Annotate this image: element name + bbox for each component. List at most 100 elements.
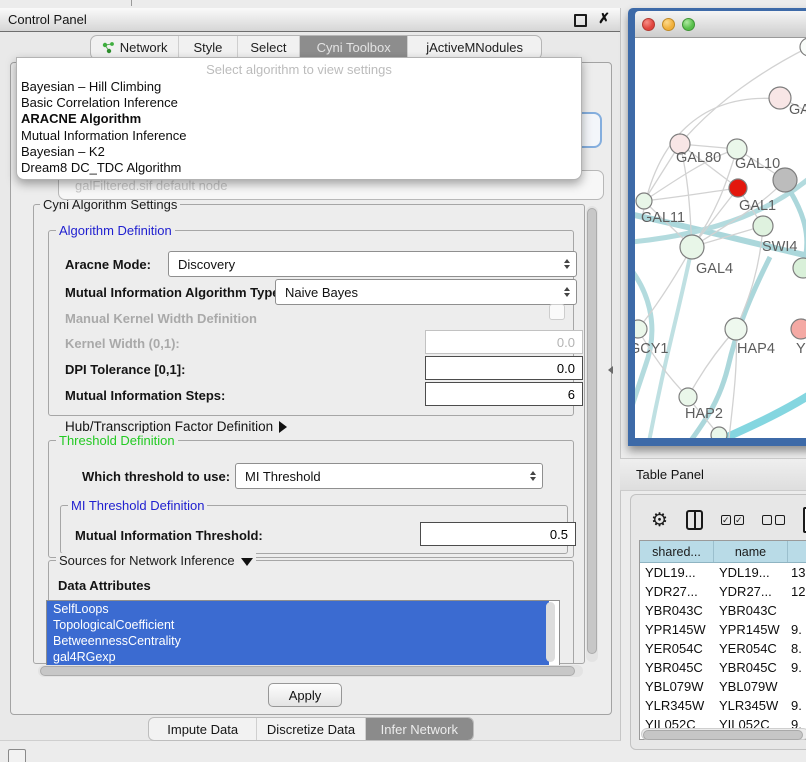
mi-threshold-label: Mutual Information Threshold: xyxy=(75,528,263,543)
node-attribute-table: shared...name YDL19...YDL19...13YDR27...… xyxy=(639,540,806,740)
network-node-gcy1[interactable] xyxy=(635,320,647,338)
top-divider xyxy=(131,0,132,6)
table-row[interactable]: YBL079WYBL079W xyxy=(640,677,806,696)
column-header-shared[interactable]: shared... xyxy=(640,541,714,562)
hub-section-label: Hub/Transcription Factor Definition xyxy=(65,419,273,434)
columns-icon[interactable] xyxy=(686,510,703,530)
algorithm-option-aracne-algorithm[interactable]: ARACNE Algorithm xyxy=(17,111,581,127)
network-node-label-hap4: HAP4 xyxy=(737,341,775,357)
which-threshold-select[interactable]: MI Threshold xyxy=(235,463,543,489)
table-cell: YER054C xyxy=(640,639,714,658)
table-row[interactable]: YDR27...YDR27...12 xyxy=(640,582,806,601)
table-panel-titlebar: Table Panel xyxy=(620,458,806,491)
aracne-mode-value: Discovery xyxy=(178,257,235,272)
algorithm-option-bayesian-k2[interactable]: Bayesian – K2 xyxy=(17,144,581,160)
checkbox-checked-icon: ✓ xyxy=(734,515,744,525)
network-node-hap2[interactable] xyxy=(679,388,697,406)
bottom-tab-impute-data[interactable]: Impute Data xyxy=(149,718,257,740)
splitter-collapse-arrow[interactable] xyxy=(608,366,613,374)
mi-steps-field[interactable]: 6 xyxy=(425,382,583,406)
aracne-mode-label: Aracne Mode: xyxy=(65,257,151,272)
table-cell: 9. xyxy=(788,620,806,639)
network-node-label-gal80: GAL80 xyxy=(676,150,721,166)
network-canvas[interactable]: GALGAL80GAL10GAL1SWI4GAL11GAL4GCY1HAP4YH… xyxy=(635,38,806,438)
network-node-hap4[interactable] xyxy=(725,318,747,340)
tab-label: Network xyxy=(120,40,168,55)
algorithm-option-bayesian-hill-climbing[interactable]: Bayesian – Hill Climbing xyxy=(17,79,581,95)
network-node-swi4[interactable] xyxy=(753,216,773,236)
table-horizontal-scrollbar[interactable] xyxy=(641,728,806,740)
sources-title-toggle[interactable]: Sources for Network Inference xyxy=(56,553,256,568)
scrollbar-thumb[interactable] xyxy=(40,666,575,676)
table-row[interactable]: YPR145WYPR145W9. xyxy=(640,620,806,639)
settings-horizontal-scrollbar[interactable] xyxy=(38,665,583,677)
table-row[interactable]: YBR045CYBR045C9. xyxy=(640,658,806,677)
algorithm-option-dream8-dc-tdc-algorithm[interactable]: Dream8 DC_TDC Algorithm xyxy=(17,160,581,176)
table-cell: YBR043C xyxy=(714,601,788,620)
tab-jactivemnodules[interactable]: jActiveMNodules xyxy=(408,36,541,59)
column-header-name[interactable]: name xyxy=(714,541,788,562)
algorithm-option-mutual-information-inference[interactable]: Mutual Information Inference xyxy=(17,128,581,144)
network-icon xyxy=(102,41,115,54)
table-cell: YBR043C xyxy=(640,601,714,620)
data-attribute-item-betweennesscentrality[interactable]: BetweennessCentrality xyxy=(47,633,549,649)
gear-icon[interactable]: ⚙ xyxy=(651,511,668,530)
network-node-gal1[interactable] xyxy=(729,179,747,197)
data-attribute-item-topologicalcoefficient[interactable]: TopologicalCoefficient xyxy=(47,617,549,633)
mi-threshold-field[interactable]: 0.5 xyxy=(420,522,576,546)
data-attribute-item-gal4rgexp[interactable]: gal4RGexp xyxy=(47,649,549,665)
algorithm-dropdown-popup: Select algorithm to view settings Bayesi… xyxy=(16,57,582,180)
float-window-icon[interactable] xyxy=(574,14,587,27)
network-node-pink-right[interactable] xyxy=(791,319,806,339)
scrollbar-thumb[interactable] xyxy=(587,208,597,654)
minimize-traffic-light-icon[interactable] xyxy=(662,18,675,31)
tab-select[interactable]: Select xyxy=(238,36,300,59)
network-node-gal11[interactable] xyxy=(636,193,652,209)
network-node-gal-right[interactable] xyxy=(769,87,791,109)
checked-pair-icon[interactable]: ✓ ✓ xyxy=(721,515,744,525)
tab-label: Select xyxy=(250,40,286,55)
data-attributes-list: SelfLoopsTopologicalCoefficientBetweenne… xyxy=(46,600,560,668)
manual-kernel-checkbox[interactable] xyxy=(549,304,565,320)
table-cell: 13 xyxy=(788,563,806,582)
tab-style[interactable]: Style xyxy=(179,36,237,59)
zoom-traffic-light-icon[interactable] xyxy=(682,18,695,31)
column-header-2[interactable] xyxy=(788,541,806,562)
table-row[interactable]: YBR043CYBR043C xyxy=(640,601,806,620)
collapsed-arrow-icon xyxy=(279,421,287,433)
table-header-row: shared...name xyxy=(640,541,806,563)
bottom-tab-discretize-data[interactable]: Discretize Data xyxy=(257,718,365,740)
close-traffic-light-icon[interactable] xyxy=(642,18,655,31)
dpi-tolerance-field[interactable]: 0.0 xyxy=(425,356,583,380)
tab-cyni-toolbox[interactable]: Cyni Toolbox xyxy=(300,36,408,59)
table-row[interactable]: YDL19...YDL19...13 xyxy=(640,563,806,582)
algorithm-option-basic-correlation-inference[interactable]: Basic Correlation Inference xyxy=(17,95,581,111)
settings-vertical-scrollbar[interactable] xyxy=(586,206,598,662)
network-node-gal4[interactable] xyxy=(680,235,704,259)
mi-algorithm-type-select[interactable]: Naive Bayes xyxy=(275,279,577,305)
table-cell: YPR145W xyxy=(714,620,788,639)
table-row[interactable]: YER054CYER054C8. xyxy=(640,639,806,658)
network-node-partial-bottom[interactable] xyxy=(711,427,727,438)
scrollbar-thumb[interactable] xyxy=(643,730,803,740)
apply-button[interactable]: Apply xyxy=(268,683,342,707)
network-node-label-gal1: GAL1 xyxy=(739,198,776,214)
tab-label: Cyni Toolbox xyxy=(317,40,391,55)
hub-section-toggle[interactable]: Hub/Transcription Factor Definition xyxy=(65,419,287,434)
network-node-label-gcy1: GCY1 xyxy=(635,341,669,357)
minimized-panel-icon[interactable] xyxy=(8,749,26,762)
network-node-partial-top[interactable] xyxy=(800,38,806,56)
unchecked-pair-icon[interactable] xyxy=(762,515,785,525)
close-icon[interactable]: ✗ xyxy=(598,10,610,27)
bottom-tab-infer-network[interactable]: Infer Network xyxy=(366,718,473,740)
network-node-gray-node[interactable] xyxy=(773,168,797,192)
tab-label: jActiveMNodules xyxy=(426,40,523,55)
data-attribute-item-selfloops[interactable]: SelfLoops xyxy=(47,601,549,617)
table-row[interactable]: YLR345WYLR345W9. xyxy=(640,696,806,715)
network-node-green-right[interactable] xyxy=(793,258,806,278)
aracne-mode-select[interactable]: Discovery xyxy=(168,251,577,277)
attributes-scrollbar[interactable] xyxy=(546,602,555,662)
table-cell xyxy=(788,601,806,620)
tab-network[interactable]: Network xyxy=(91,36,179,59)
table-panel-body: ⚙ ✓ ✓ shared...name YDL19...YDL19...13YD… xyxy=(630,494,806,750)
